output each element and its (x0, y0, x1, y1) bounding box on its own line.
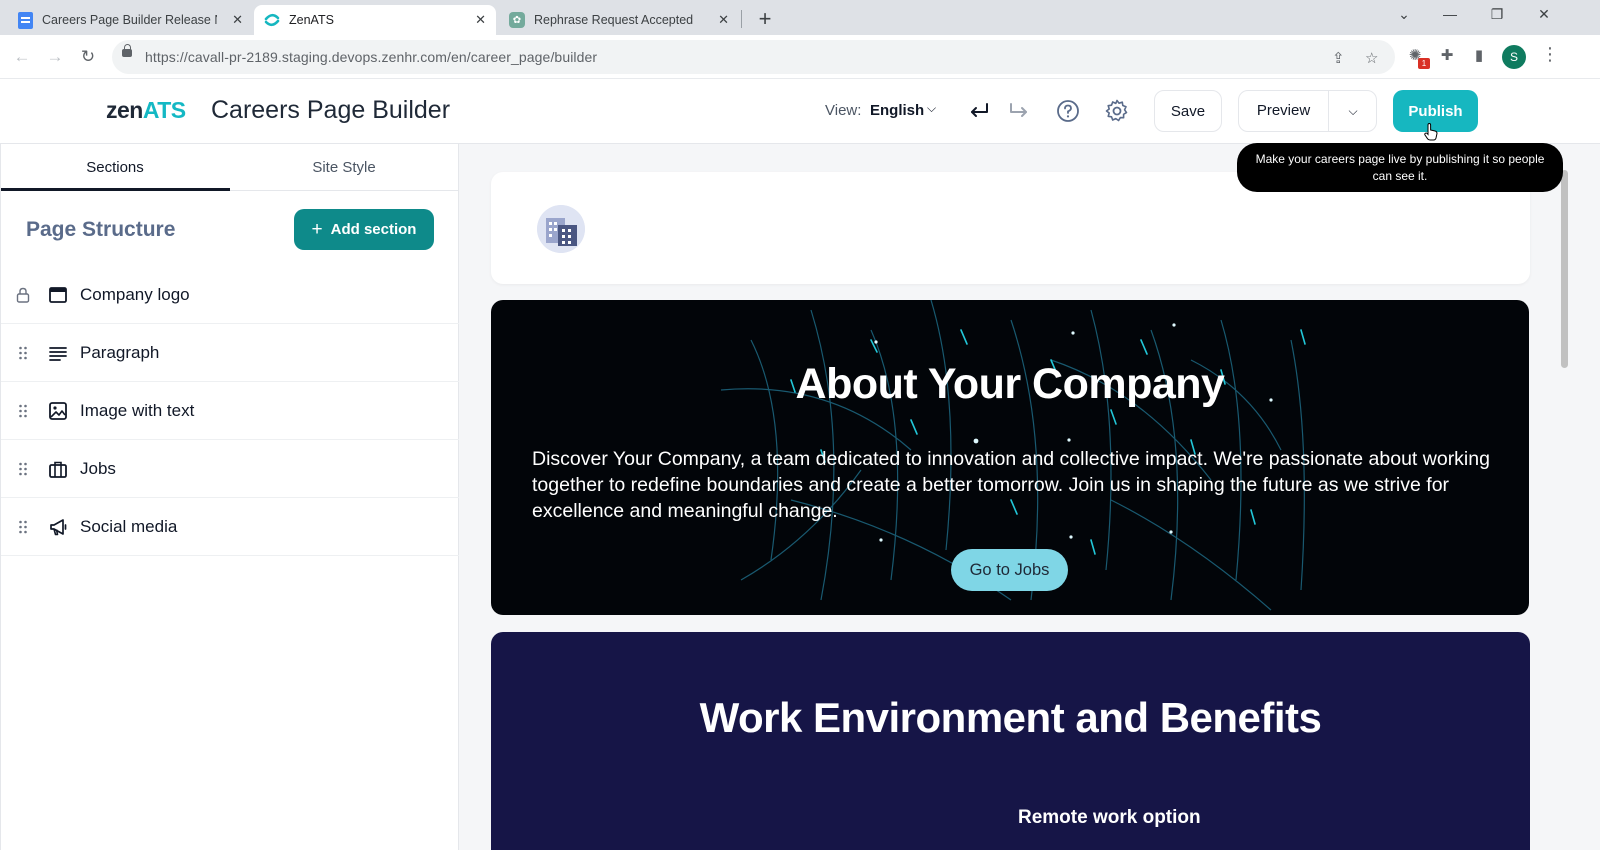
tab-search-icon[interactable]: ⌄ (1394, 6, 1414, 23)
section-item-paragraph[interactable]: Paragraph (1, 324, 459, 382)
section-label: Jobs (80, 459, 116, 478)
close-tab-icon[interactable]: ✕ (718, 12, 729, 28)
browser-toolbar: ← → ↻ https://cavall-pr-2189.staging.dev… (0, 35, 1600, 79)
preview-options-chevron-icon[interactable]: ⌵ (1329, 91, 1377, 131)
about-paragraph: Discover Your Company, a team dedicated … (532, 448, 1490, 522)
browser-tab-bar: Careers Page Builder Release No ✕ ZenATS… (0, 0, 1600, 35)
logo-main: zen (106, 97, 143, 123)
drag-handle-icon[interactable] (16, 461, 30, 477)
view-label: View: (825, 102, 862, 119)
page-title: Careers Page Builder (211, 96, 451, 124)
hand-cursor-icon (1424, 123, 1438, 141)
drag-handle-icon[interactable] (16, 403, 30, 419)
briefcase-icon (49, 461, 67, 478)
minimize-icon[interactable]: — (1440, 6, 1460, 22)
undo-icon[interactable] (966, 98, 992, 124)
side-panel-icon[interactable]: ▮ (1469, 46, 1489, 66)
back-icon[interactable]: ← (10, 45, 34, 69)
section-label: Company logo (80, 285, 190, 304)
go-to-jobs-button[interactable]: Go to Jobs (951, 549, 1068, 591)
preview-button[interactable]: Preview (1239, 91, 1328, 131)
work-environment-title: Work Environment and Benefits (699, 694, 1322, 741)
section-label: Image with text (80, 401, 195, 420)
building-icon (537, 205, 585, 253)
tab-title: Careers Page Builder Release No (42, 13, 217, 27)
drag-handle-icon[interactable] (16, 519, 30, 535)
publish-tooltip: Make your careers page live by publishin… (1237, 143, 1563, 192)
active-tab-indicator (1, 188, 230, 191)
share-icon[interactable]: ⇪ (1332, 49, 1345, 67)
browser-window-icon (49, 287, 67, 303)
tab-separator (741, 10, 742, 28)
browser-tab-docs[interactable]: Careers Page Builder Release No ✕ (8, 5, 253, 35)
sidebar: Sections Site Style Page Structure + Add… (0, 144, 459, 850)
preview-split-button: Preview ⌵ (1238, 90, 1377, 132)
app-header: zenATS Careers Page Builder View: Englis… (0, 79, 1600, 144)
image-icon (49, 402, 67, 420)
lock-icon (122, 44, 132, 57)
work-environment-section[interactable]: Work Environment and Benefits Remote wor… (491, 632, 1530, 850)
language-select[interactable]: English (870, 102, 924, 119)
redo-icon[interactable] (1006, 98, 1032, 124)
page-preview: About Your Company Discover Your Company… (459, 144, 1600, 850)
add-section-label: Add section (330, 221, 417, 238)
save-button[interactable]: Save (1154, 90, 1222, 132)
section-item-image-with-text[interactable]: Image with text (1, 382, 459, 440)
chevron-down-icon[interactable]: ⌵ (927, 101, 936, 116)
forward-icon[interactable]: → (43, 45, 67, 69)
bookmark-star-icon[interactable]: ☆ (1365, 49, 1378, 67)
tab-site-style[interactable]: Site Style (230, 144, 458, 191)
close-tab-icon[interactable]: ✕ (475, 12, 486, 28)
google-docs-icon (18, 11, 33, 29)
url-text[interactable]: https://cavall-pr-2189.staging.devops.ze… (145, 49, 597, 65)
address-bar[interactable]: https://cavall-pr-2189.staging.devops.ze… (112, 40, 1395, 74)
section-label: Social media (80, 517, 178, 536)
browser-menu-icon[interactable]: ⋮ (1541, 44, 1559, 65)
preview-scrollbar[interactable] (1561, 170, 1568, 368)
section-label: Paragraph (80, 343, 160, 362)
section-item-jobs[interactable]: Jobs (1, 440, 459, 498)
megaphone-icon (50, 519, 67, 536)
browser-tab-zenats[interactable]: ZenATS ✕ (254, 5, 496, 35)
page-structure-title: Page Structure (26, 218, 176, 241)
section-item-company-logo[interactable]: Company logo (1, 266, 459, 324)
puzzle-icon[interactable]: ✚ (1437, 46, 1457, 66)
about-company-section[interactable]: About Your Company Discover Your Company… (491, 300, 1529, 615)
drag-handle-icon[interactable] (16, 345, 30, 361)
close-tab-icon[interactable]: ✕ (232, 12, 243, 28)
tab-sections[interactable]: Sections (1, 144, 229, 191)
lock-icon (16, 287, 30, 303)
extension-badge: 1 (1418, 58, 1430, 69)
align-left-icon (49, 347, 67, 361)
settings-gear-icon[interactable] (1104, 98, 1130, 124)
help-icon[interactable] (1055, 98, 1081, 124)
benefit-item-title: Remote work option (1018, 807, 1201, 828)
section-item-social-media[interactable]: Social media (1, 498, 459, 556)
zenats-icon (264, 13, 280, 27)
profile-avatar[interactable]: S (1502, 45, 1526, 69)
reload-icon[interactable]: ↻ (76, 45, 100, 69)
close-window-icon[interactable]: ✕ (1534, 6, 1554, 23)
logo-accent: ATS (142, 97, 186, 123)
about-title: About Your Company (795, 360, 1225, 408)
tab-title: ZenATS (289, 13, 334, 27)
plus-icon: + (311, 218, 323, 240)
zenats-logo[interactable]: zenATS (106, 97, 186, 124)
add-section-button[interactable]: + Add section (294, 209, 434, 250)
chatgpt-icon: ✿ (509, 12, 525, 28)
new-tab-button[interactable]: + (755, 6, 775, 32)
tab-title: Rephrase Request Accepted (534, 13, 694, 27)
browser-tab-chatgpt[interactable]: ✿ Rephrase Request Accepted ✕ (499, 5, 739, 35)
restore-icon[interactable]: ❐ (1487, 6, 1507, 23)
